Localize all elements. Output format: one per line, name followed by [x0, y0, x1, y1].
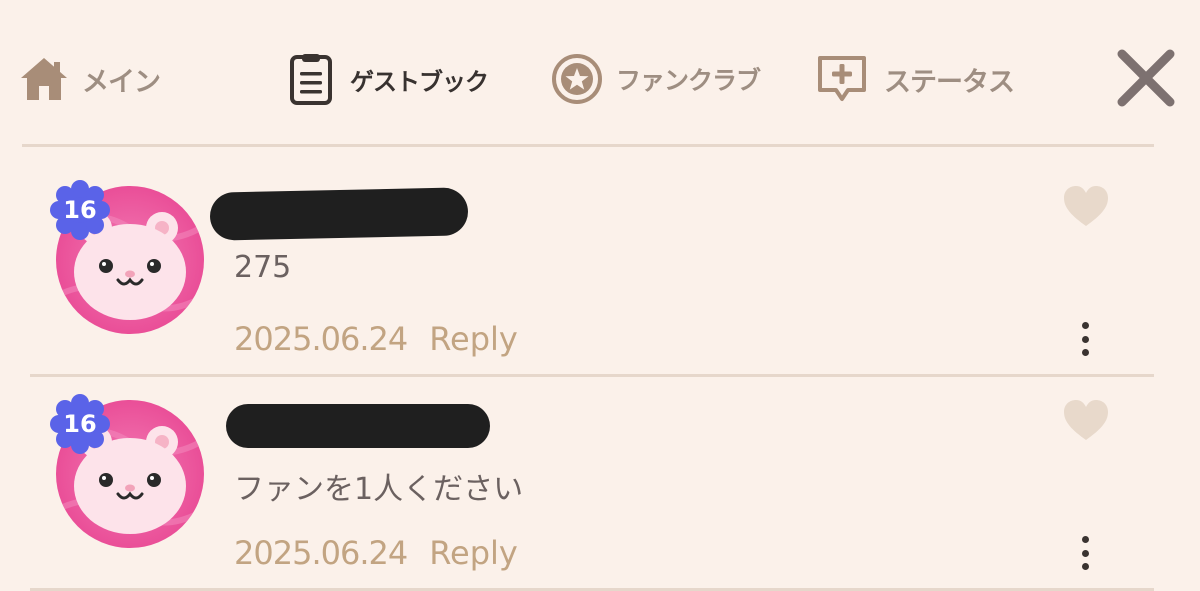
home-icon: [16, 51, 72, 107]
close-button[interactable]: [1108, 40, 1184, 116]
comment-meta: 2025.06.24 Reply: [234, 320, 518, 358]
tab-fanclub-label: ファンクラブ: [616, 66, 761, 95]
comment-message: 275: [234, 250, 292, 285]
guestbook-entry: 16 275 2025.06.24 Reply: [0, 162, 1200, 374]
guestbook-screen: メイン ゲストブック ファンクラブ ステータス 16 275 2025.06.2…: [0, 0, 1200, 591]
reply-button[interactable]: Reply: [429, 320, 518, 358]
level-number: 16: [63, 196, 97, 224]
more-dot: [1081, 563, 1089, 570]
more-dot: [1081, 349, 1089, 356]
add-status-icon: [812, 50, 872, 108]
tab-fanclub[interactable]: ファンクラブ: [548, 48, 761, 110]
tab-main-label: メイン: [82, 66, 161, 98]
avatar-container[interactable]: 16: [50, 394, 208, 552]
tab-status[interactable]: ステータス: [812, 48, 1015, 110]
level-badge: 16: [50, 394, 110, 454]
top-navigation: メイン ゲストブック ファンクラブ ステータス: [0, 0, 1200, 148]
more-dot: [1081, 322, 1089, 329]
level-badge: 16: [50, 180, 110, 240]
like-button[interactable]: [1062, 184, 1110, 228]
like-button[interactable]: [1062, 398, 1110, 442]
redacted-username: [209, 187, 469, 241]
more-dot: [1081, 549, 1089, 557]
redacted-username: [226, 404, 490, 448]
comment-message: ファンを1人ください: [234, 472, 524, 507]
tab-guestbook-label: ゲストブック: [350, 67, 489, 96]
comment-meta: 2025.06.24 Reply: [234, 534, 518, 572]
comment-date: 2025.06.24: [234, 534, 408, 572]
avatar-container[interactable]: 16: [50, 180, 208, 338]
close-icon: [1117, 49, 1175, 107]
heart-icon: [1064, 186, 1108, 226]
comment-date: 2025.06.24: [234, 320, 408, 358]
heart-icon: [1064, 400, 1108, 440]
reply-button[interactable]: Reply: [429, 534, 518, 572]
tab-status-label: ステータス: [884, 66, 1015, 98]
tab-guestbook[interactable]: ゲストブック: [286, 48, 489, 110]
tab-main[interactable]: メイン: [16, 48, 161, 110]
more-dot: [1081, 335, 1089, 343]
nav-divider: [22, 144, 1154, 147]
more-dot: [1081, 536, 1089, 543]
guestbook-icon: [286, 50, 336, 108]
more-options-button[interactable]: [1068, 532, 1102, 574]
guestbook-entry: 16 ファンを1人ください 2025.06.24 Reply: [0, 376, 1200, 588]
more-options-button[interactable]: [1068, 318, 1102, 360]
level-number: 16: [63, 410, 97, 438]
star-badge-icon: [548, 50, 606, 108]
